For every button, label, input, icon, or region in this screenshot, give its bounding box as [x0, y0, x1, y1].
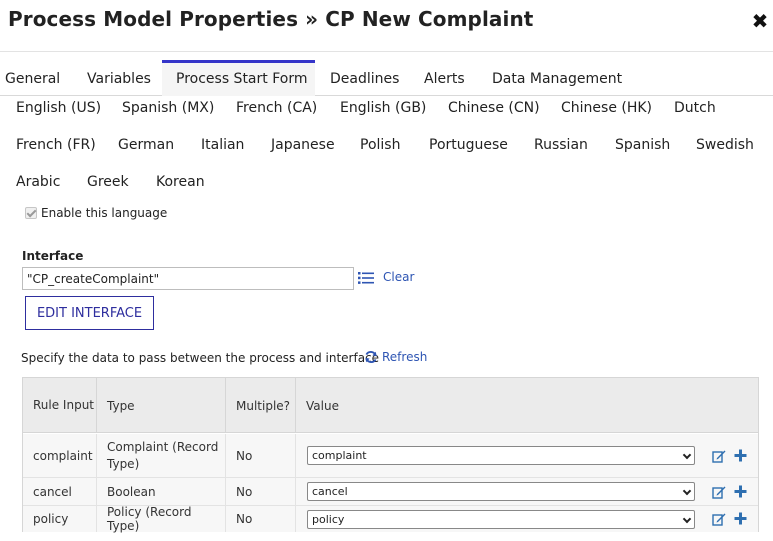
- edit-icon[interactable]: [712, 512, 726, 526]
- row-input: complaint: [23, 434, 97, 477]
- value-select-text: complaint: [312, 449, 367, 462]
- lang-french-ca[interactable]: French (CA): [236, 100, 317, 116]
- value-select-text: cancel: [312, 485, 348, 498]
- lang-polish[interactable]: Polish: [360, 137, 400, 153]
- rule-input-grid: Rule Input Type Multiple? Value complain…: [22, 377, 759, 533]
- chevron-down-icon: [682, 486, 692, 496]
- table-row: policy Policy (Record Type) No policy: [23, 505, 758, 533]
- lang-english-gb[interactable]: English (GB): [340, 100, 426, 116]
- row-multiple: No: [226, 434, 296, 477]
- lang-arabic[interactable]: Arabic: [16, 174, 60, 190]
- add-icon[interactable]: [734, 449, 747, 462]
- interface-input[interactable]: [22, 267, 354, 290]
- lang-dutch[interactable]: Dutch: [674, 100, 716, 116]
- refresh-link[interactable]: Refresh: [364, 350, 427, 364]
- lang-italian[interactable]: Italian: [201, 137, 244, 153]
- lang-spanish-mx[interactable]: Spanish (MX): [122, 100, 214, 116]
- add-icon[interactable]: [734, 512, 747, 525]
- row-multiple: No: [226, 478, 296, 505]
- lang-spanish[interactable]: Spanish: [615, 137, 670, 153]
- edit-interface-button[interactable]: EDIT INTERFACE: [25, 296, 154, 330]
- chevron-down-icon: [682, 450, 692, 460]
- header-value: Value: [306, 398, 339, 413]
- row-type: Complaint (Record Type): [97, 434, 226, 477]
- value-select[interactable]: policy: [307, 510, 695, 529]
- lang-korean[interactable]: Korean: [156, 174, 205, 190]
- tab-data-management[interactable]: Data Management: [478, 60, 636, 96]
- interface-label: Interface: [22, 249, 84, 263]
- edit-icon[interactable]: [712, 449, 726, 463]
- enable-language-label: Enable this language: [41, 206, 168, 220]
- lang-greek[interactable]: Greek: [87, 174, 129, 190]
- tab-process-start-form[interactable]: Process Start Form: [162, 60, 315, 96]
- spec-text: Specify the data to pass between the pro…: [21, 351, 380, 365]
- dialog-title: Process Model Properties » CP New Compla…: [8, 7, 534, 31]
- tab-variables[interactable]: Variables: [73, 60, 165, 96]
- tab-deadlines[interactable]: Deadlines: [316, 60, 413, 96]
- row-type: Boolean: [97, 478, 226, 505]
- row-multiple: No: [226, 506, 296, 532]
- refresh-icon: [365, 351, 377, 363]
- value-select[interactable]: complaint: [307, 446, 695, 465]
- lang-chinese-cn[interactable]: Chinese (CN): [448, 100, 540, 116]
- edit-icon[interactable]: [712, 485, 726, 499]
- value-select-text: policy: [312, 513, 345, 526]
- lang-russian[interactable]: Russian: [534, 137, 588, 153]
- grid-header: Rule Input Type Multiple? Value: [23, 378, 758, 433]
- header-rule-input: Rule Input: [23, 378, 97, 433]
- tab-alerts[interactable]: Alerts: [410, 60, 479, 96]
- table-row: complaint Complaint (Record Type) No com…: [23, 434, 758, 478]
- close-icon[interactable]: ✖: [751, 10, 769, 32]
- lang-portuguese[interactable]: Portuguese: [429, 137, 508, 153]
- tab-bar: General Variables Process Start Form Dea…: [0, 60, 773, 96]
- refresh-label: Refresh: [382, 350, 428, 364]
- enable-language-checkbox[interactable]: [25, 207, 37, 219]
- enable-language-row: Enable this language: [25, 206, 167, 220]
- lang-chinese-hk[interactable]: Chinese (HK): [561, 100, 652, 116]
- dialog-header: Process Model Properties » CP New Compla…: [0, 0, 773, 52]
- row-input: policy: [23, 506, 97, 532]
- header-type: Type: [97, 378, 226, 433]
- lang-japanese[interactable]: Japanese: [271, 137, 335, 153]
- table-row: cancel Boolean No cancel: [23, 478, 758, 506]
- chevron-down-icon: [682, 514, 692, 524]
- lang-german[interactable]: German: [118, 137, 174, 153]
- lang-english-us[interactable]: English (US): [16, 100, 101, 116]
- row-input: cancel: [23, 478, 97, 505]
- value-select[interactable]: cancel: [307, 482, 695, 501]
- tab-general[interactable]: General: [0, 60, 74, 96]
- header-multiple: Multiple?: [226, 378, 296, 433]
- lang-french-fr[interactable]: French (FR): [16, 137, 96, 153]
- add-icon[interactable]: [734, 485, 747, 498]
- list-icon[interactable]: [358, 271, 374, 285]
- lang-swedish[interactable]: Swedish: [696, 137, 754, 153]
- row-type: Policy (Record Type): [97, 505, 226, 533]
- clear-link[interactable]: Clear: [383, 270, 414, 284]
